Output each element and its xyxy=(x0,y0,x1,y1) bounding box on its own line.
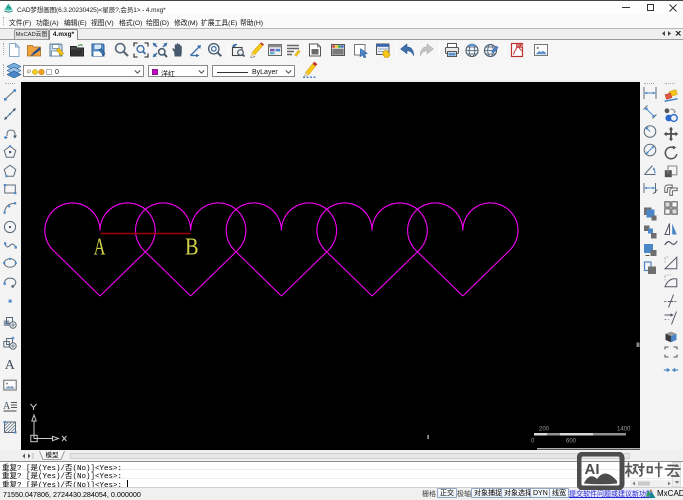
svg-text:200: 200 xyxy=(539,426,550,432)
svg-text:0: 0 xyxy=(531,438,535,444)
svg-text:A: A xyxy=(5,358,16,372)
svg-text:AI: AI xyxy=(585,461,600,478)
svg-text:A: A xyxy=(94,234,106,260)
svg-text:A: A xyxy=(3,401,11,412)
svg-text:1400: 1400 xyxy=(617,426,631,432)
svg-text:B: B xyxy=(185,232,199,259)
svg-text:600: 600 xyxy=(566,438,577,444)
